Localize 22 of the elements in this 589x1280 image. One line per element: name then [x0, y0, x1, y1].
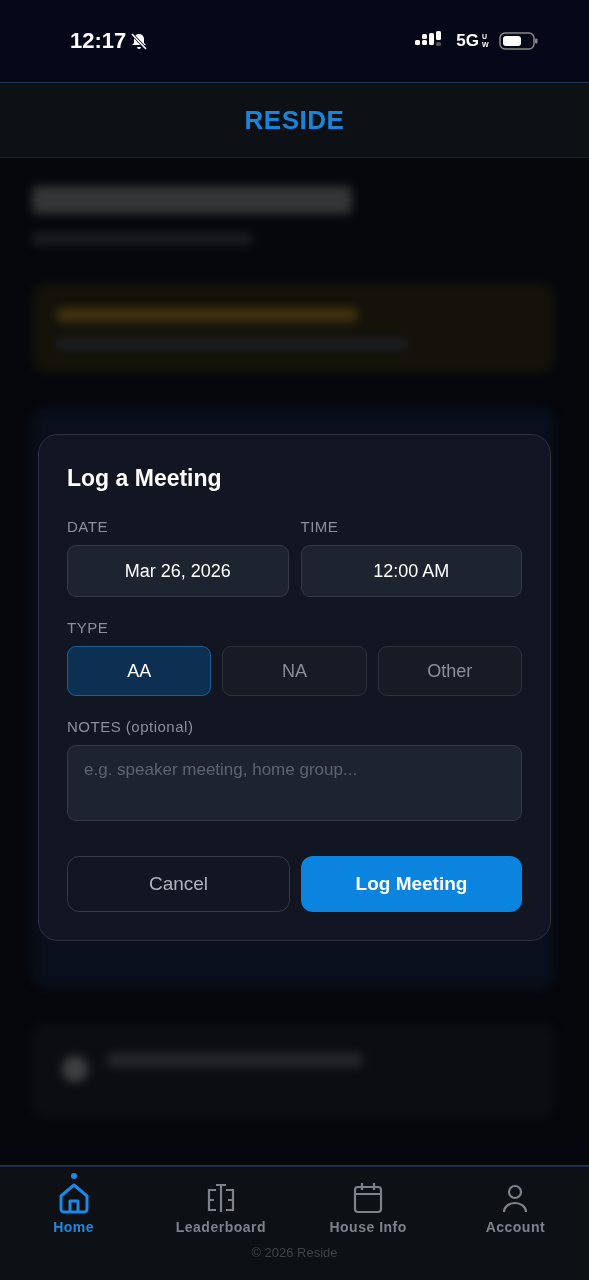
tab-item[interactable]: Home — [13, 1171, 134, 1235]
tab-item[interactable]: House Info — [308, 1171, 429, 1235]
tab-item[interactable]: Account — [455, 1171, 576, 1235]
time-field[interactable]: 12:00 AM — [300, 545, 522, 597]
tab-item[interactable]: Leaderboard — [160, 1171, 281, 1235]
dialog-title: Log a Meeting — [67, 465, 223, 492]
type-option[interactable]: NA — [222, 646, 367, 696]
field-label: TYPE — [67, 619, 109, 636]
notes-field[interactable]: e.g. speaker meeting, home group... — [67, 745, 522, 821]
type-option[interactable]: AA — [67, 646, 212, 696]
field-label: TIME — [300, 518, 339, 535]
app-logo: RESIDE — [244, 104, 345, 136]
cancel-button[interactable]: Cancel — [67, 856, 290, 912]
bell-off-icon — [129, 31, 150, 51]
battery-icon — [499, 31, 539, 51]
status-time: 12:17 — [70, 28, 127, 54]
field-label: NOTES (optional) — [67, 718, 194, 735]
field-label: DATE — [67, 518, 108, 535]
network-label: 5G — [456, 31, 479, 51]
date-field[interactable]: Mar 26, 2026 — [67, 545, 289, 597]
log-meeting-button[interactable]: Log Meeting — [301, 856, 522, 912]
type-option[interactable]: Other — [377, 646, 522, 696]
